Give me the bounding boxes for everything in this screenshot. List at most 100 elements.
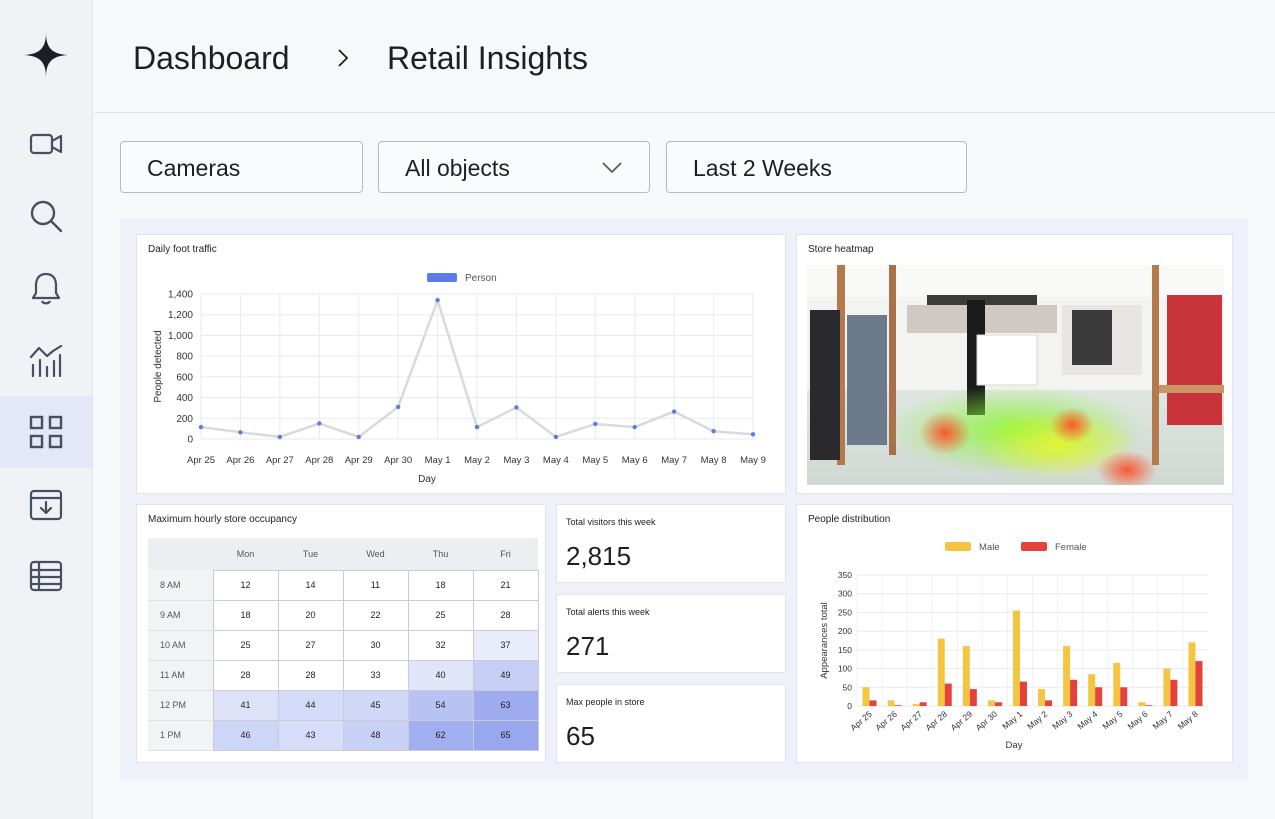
data-point xyxy=(317,421,322,426)
nav-archive[interactable] xyxy=(0,468,92,540)
x-tick-label: May 1 xyxy=(425,455,451,466)
table-row: 8 AM 12 14 11 18 21 xyxy=(148,569,539,601)
occupancy-cell: 54 xyxy=(407,689,474,721)
x-tick-label: May 7 xyxy=(1151,709,1175,732)
x-tick-label: Apr 29 xyxy=(948,709,974,733)
x-tick-label: May 1 xyxy=(1000,709,1024,732)
breadcrumb-dashboard[interactable]: Dashboard xyxy=(133,40,290,77)
data-point xyxy=(711,429,716,434)
occupancy-cell: 63 xyxy=(472,689,539,721)
bar-female xyxy=(1045,700,1053,706)
occupancy-cell: 33 xyxy=(342,659,409,691)
occupancy-cell: 46 xyxy=(212,719,279,751)
occupancy-cell: 62 xyxy=(407,719,474,751)
x-tick-label: Apr 28 xyxy=(305,455,333,466)
data-point xyxy=(593,421,598,427)
chevron-right-icon xyxy=(338,49,349,67)
y-tick-label: 100 xyxy=(838,664,852,674)
stat-value: 2,815 xyxy=(566,541,632,571)
date-range-label: Last 2 Weeks xyxy=(693,155,832,181)
occupancy-cell: 14 xyxy=(277,569,344,601)
bar-female xyxy=(1120,687,1128,706)
logo-icon[interactable] xyxy=(22,30,70,80)
data-point xyxy=(356,434,361,440)
x-tick-label: May 6 xyxy=(1125,709,1149,732)
dashboard-grid-icon xyxy=(29,415,63,449)
occupancy-title: Maximum hourly store occupancy xyxy=(148,514,297,525)
table-row: 10 AM 25 27 30 32 37 xyxy=(148,629,539,661)
date-range-filter[interactable]: Last 2 Weeks xyxy=(666,141,967,193)
nav-table[interactable] xyxy=(0,540,92,612)
x-tick-label: May 6 xyxy=(622,455,648,466)
y-tick-label: 50 xyxy=(843,682,853,692)
cameras-filter[interactable]: Cameras xyxy=(120,141,363,193)
occupancy-cell: 18 xyxy=(212,599,279,631)
y-tick-label: 200 xyxy=(838,626,852,636)
nav-search[interactable] xyxy=(0,180,92,252)
corner-cell xyxy=(148,538,213,570)
legend-swatch-female xyxy=(1021,542,1047,551)
occupancy-cell: 27 xyxy=(277,629,344,661)
objects-dropdown-label: All objects xyxy=(405,155,510,181)
bar-male xyxy=(1113,662,1121,706)
x-tick-label: Apr 26 xyxy=(226,455,254,466)
occupancy-cell: 12 xyxy=(212,569,279,601)
x-tick-label: May 5 xyxy=(582,455,608,466)
bar-male xyxy=(962,646,970,706)
bar-female xyxy=(1170,679,1178,706)
table-row: 1 PM 46 43 48 62 65 xyxy=(148,719,539,751)
occupancy-cell: 43 xyxy=(277,719,344,751)
occupancy-cell: 65 xyxy=(472,719,539,751)
occupancy-cell: 37 xyxy=(472,629,539,661)
search-icon xyxy=(30,200,63,233)
y-axis-label: People detected xyxy=(153,330,164,402)
occupancy-cell: 32 xyxy=(407,629,474,661)
bar-female xyxy=(944,683,952,706)
x-tick-label: Apr 30 xyxy=(974,709,1000,733)
x-tick-label: Apr 30 xyxy=(384,455,412,466)
data-point xyxy=(435,298,440,303)
hour-label: 1 PM xyxy=(148,720,213,751)
stat-card-visitors: Total visitors this week 2,815 xyxy=(556,504,786,583)
objects-dropdown[interactable]: All objects xyxy=(378,141,650,193)
bar-female xyxy=(994,702,1002,706)
archive-icon xyxy=(29,489,63,521)
table-row: 12 PM 41 44 45 54 63 xyxy=(148,689,539,721)
bar-male xyxy=(937,638,945,706)
nav-analytics[interactable] xyxy=(0,324,92,396)
bar-male xyxy=(1012,610,1020,706)
y-tick-label: 400 xyxy=(176,393,193,404)
legend-label-female: Female xyxy=(1055,542,1087,553)
analytics-icon xyxy=(29,344,63,377)
day-header: Mon xyxy=(213,538,278,570)
legend-swatch-person xyxy=(427,273,457,282)
occupancy-cell: 49 xyxy=(472,659,539,691)
y-tick-label: 350 xyxy=(838,570,852,580)
day-header: Tue xyxy=(278,538,343,570)
dashboard-panel: Daily foot traffic Person 0 200 400 600 800 1,… xyxy=(120,218,1248,780)
occupancy-cell: 20 xyxy=(277,599,344,631)
bar-male xyxy=(1063,646,1071,706)
nav-alerts[interactable] xyxy=(0,252,92,324)
data-point xyxy=(238,430,243,435)
nav-cameras[interactable] xyxy=(0,108,92,180)
y-tick-label: 0 xyxy=(847,701,852,711)
legend-label-person: Person xyxy=(465,273,497,284)
data-point xyxy=(750,432,756,437)
data-point xyxy=(474,424,480,430)
nav-dashboard[interactable] xyxy=(0,396,92,468)
x-tick-label: May 2 xyxy=(464,455,490,466)
occupancy-cell: 40 xyxy=(407,659,474,691)
x-tick-label: May 3 xyxy=(503,455,529,466)
bar-female xyxy=(919,702,927,706)
x-tick-label: May 2 xyxy=(1025,709,1049,732)
stat-card-alerts: Total alerts this week 271 xyxy=(556,594,786,673)
stat-label: Total visitors this week xyxy=(566,517,656,527)
data-point xyxy=(395,404,401,410)
x-tick-label: May 8 xyxy=(701,455,727,466)
hour-label: 10 AM xyxy=(148,630,213,661)
store-heatmap-image[interactable] xyxy=(807,265,1224,485)
stat-value: 271 xyxy=(566,631,610,661)
occupancy-header-row: Mon Tue Wed Thu Fri xyxy=(148,538,538,570)
x-tick-label: Apr 25 xyxy=(187,455,215,466)
